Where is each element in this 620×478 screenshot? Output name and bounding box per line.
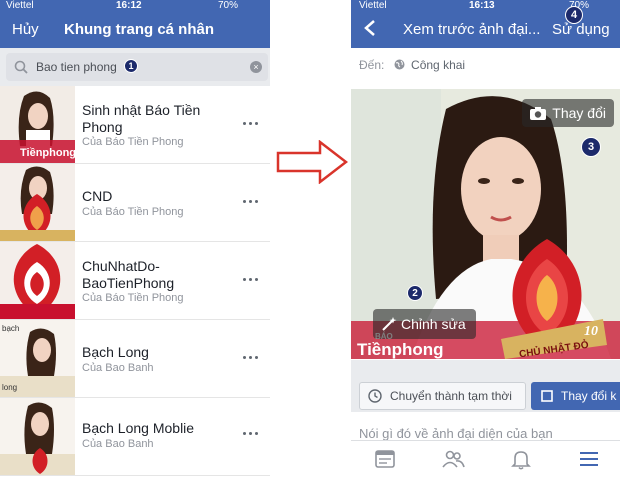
profile-preview-screen: Viettel 16:13 70% Xem trước ảnh đại... S… bbox=[351, 0, 620, 478]
change-photo-button[interactable]: Thay đổi bbox=[522, 99, 614, 127]
audience-label: Đến: bbox=[359, 58, 385, 72]
list-item[interactable]: CND Của Báo Tiền Phong bbox=[0, 164, 270, 242]
more-options-icon[interactable] bbox=[243, 278, 259, 284]
step-marker-2: 2 bbox=[407, 285, 423, 301]
step-marker-4: 4 bbox=[565, 6, 583, 24]
status-time: 16:13 bbox=[469, 0, 495, 11]
make-temporary-label: Chuyển thành tạm thời bbox=[390, 389, 512, 403]
status-bar: Viettel 16:12 70% bbox=[0, 0, 270, 14]
status-battery: 70% bbox=[218, 0, 239, 11]
status-carrier: Viettel bbox=[359, 0, 387, 11]
more-options-icon[interactable] bbox=[243, 200, 259, 206]
make-temporary-button[interactable]: Chuyển thành tạm thời bbox=[359, 382, 526, 410]
list-item[interactable]: bạch long Bạch Long Của Bao Banh bbox=[0, 320, 270, 398]
search-bar: Bao tien phong 1 × bbox=[0, 48, 270, 86]
frame-owner: Của Báo Tiền Phong bbox=[82, 136, 184, 148]
frame-number: 10 bbox=[584, 324, 598, 339]
camera-icon bbox=[530, 107, 547, 120]
cancel-button[interactable]: Hủy bbox=[12, 21, 39, 38]
frame-owner: Của Bao Banh bbox=[82, 438, 154, 450]
frame-title: ChuNhatDo-BaoTienPhong bbox=[82, 258, 175, 291]
profile-photo-preview: CHỦ NHẬT ĐỎ 10 BÁO Tiềnphong Thay đổi 3 … bbox=[351, 89, 620, 359]
photo-actions: Chuyển thành tạm thời Thay đổi k bbox=[351, 360, 620, 412]
notifications-icon[interactable] bbox=[509, 447, 533, 471]
thumb-logo: long bbox=[2, 383, 17, 392]
frame-title: Bạch Long Moblie bbox=[82, 420, 195, 436]
more-options-icon[interactable] bbox=[243, 122, 259, 128]
edit-photo-button[interactable]: Chỉnh sửa bbox=[373, 309, 476, 339]
change-photo-label: Thay đổi bbox=[552, 105, 606, 121]
magic-wand-icon bbox=[382, 317, 397, 331]
step-marker-3: 3 bbox=[581, 137, 601, 157]
audience-row[interactable]: Đến: Công khai bbox=[359, 58, 465, 72]
frame-title: Bạch Long bbox=[82, 344, 149, 360]
frame-icon bbox=[541, 390, 553, 402]
audience-value: Công khai bbox=[411, 58, 466, 72]
frame-thumbnail bbox=[0, 242, 75, 319]
change-frame-label: Thay đổi k bbox=[561, 389, 617, 403]
thumb-logo: Tiềnphong bbox=[20, 147, 75, 159]
list-item[interactable]: Tiềnphong Sinh nhật Báo Tiền Phong Của B… bbox=[0, 86, 270, 164]
more-options-icon[interactable] bbox=[243, 432, 259, 438]
more-options-icon[interactable] bbox=[243, 356, 259, 362]
list-item[interactable]: Bạch Long Moblie Của Bao Banh bbox=[0, 398, 270, 476]
search-icon bbox=[14, 60, 28, 74]
status-time: 16:12 bbox=[116, 0, 142, 11]
news-feed-icon[interactable] bbox=[373, 447, 397, 471]
edit-photo-label: Chỉnh sửa bbox=[401, 316, 466, 332]
page-title: Khung trang cá nhân bbox=[64, 21, 214, 38]
clear-search-icon[interactable]: × bbox=[250, 61, 262, 73]
screenshot-root: Viettel 16:12 70% Hủy Khung trang cá nhâ… bbox=[0, 0, 620, 478]
frame-title: Sinh nhật Báo Tiền Phong bbox=[82, 102, 201, 135]
frame-owner: Của Báo Tiền Phong bbox=[82, 292, 184, 304]
search-value: Bao tien phong bbox=[36, 60, 117, 74]
frame-owner: Của Báo Tiền Phong bbox=[82, 206, 184, 218]
arrow-right-icon bbox=[276, 140, 348, 184]
back-icon[interactable] bbox=[363, 20, 377, 36]
photo-logo: Tiềnphong bbox=[357, 340, 444, 359]
frame-picker-screen: Viettel 16:12 70% Hủy Khung trang cá nhâ… bbox=[0, 0, 270, 478]
navigation-bar: Viettel 16:13 70% Xem trước ảnh đại... S… bbox=[351, 0, 620, 48]
search-input[interactable]: Bao tien phong 1 × bbox=[6, 53, 268, 81]
thumb-logo: bạch bbox=[2, 324, 19, 333]
frame-thumbnail bbox=[0, 398, 75, 475]
list-item[interactable]: ChuNhatDo-BaoTienPhong Của Báo Tiền Phon… bbox=[0, 242, 270, 320]
tab-bar bbox=[351, 440, 620, 478]
caption-input[interactable]: Nói gì đó về ảnh đại diện của bạn bbox=[359, 426, 553, 441]
frame-title: CND bbox=[82, 188, 113, 204]
menu-icon[interactable] bbox=[577, 447, 601, 471]
change-frame-button[interactable]: Thay đổi k bbox=[531, 382, 620, 410]
frame-thumbnail bbox=[0, 164, 75, 241]
step-marker-1: 1 bbox=[124, 59, 138, 73]
use-button[interactable]: Sử dụng bbox=[552, 21, 610, 38]
clock-icon bbox=[368, 389, 382, 403]
page-title: Xem trước ảnh đại... bbox=[403, 21, 541, 38]
frame-owner: Của Bao Banh bbox=[82, 362, 154, 374]
globe-icon bbox=[394, 59, 405, 70]
friends-icon[interactable] bbox=[441, 447, 465, 471]
frame-thumbnail: Tiềnphong bbox=[0, 86, 75, 163]
navigation-bar: Viettel 16:12 70% Hủy Khung trang cá nhâ… bbox=[0, 0, 270, 48]
status-carrier: Viettel bbox=[6, 0, 34, 11]
frame-thumbnail: bạch long bbox=[0, 320, 75, 397]
